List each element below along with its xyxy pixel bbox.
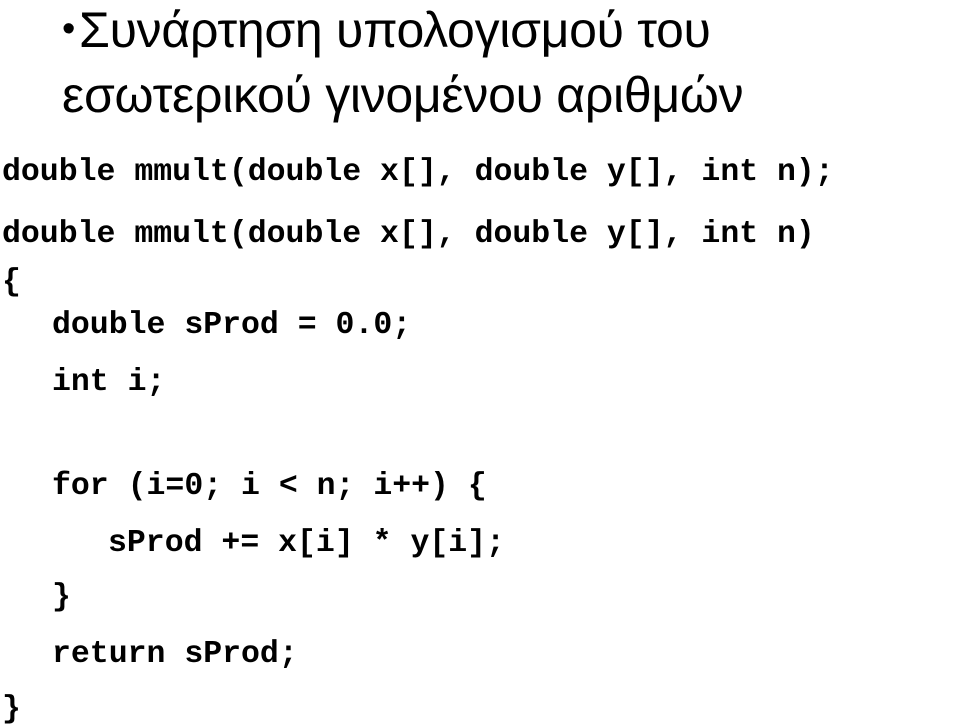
code-signature: double mmult(double x[], double y[], int… <box>2 217 815 252</box>
code-decl-i: int i; <box>52 365 166 400</box>
code-prototype: double mmult(double x[], double y[], int… <box>2 155 834 190</box>
code-for-header: for (i=0; i < n; i++) { <box>52 469 487 504</box>
code-return: return sProd; <box>52 637 298 672</box>
title-line-2: εσωτερικού γινομένου αριθμών <box>62 67 744 123</box>
bullet-icon: • <box>62 8 76 50</box>
code-for-close: } <box>52 580 71 615</box>
code-open-brace: { <box>2 265 21 300</box>
code-close-brace: } <box>2 692 21 727</box>
code-decl-sprod: double sProd = 0.0; <box>52 308 412 343</box>
code-loop-body: sProd += x[i] * y[i]; <box>108 526 505 561</box>
title-line-1: Συνάρτηση υπολογισμού του <box>79 2 711 58</box>
slide-title: •Συνάρτηση υπολογισμού του εσωτερικού γι… <box>62 0 952 125</box>
